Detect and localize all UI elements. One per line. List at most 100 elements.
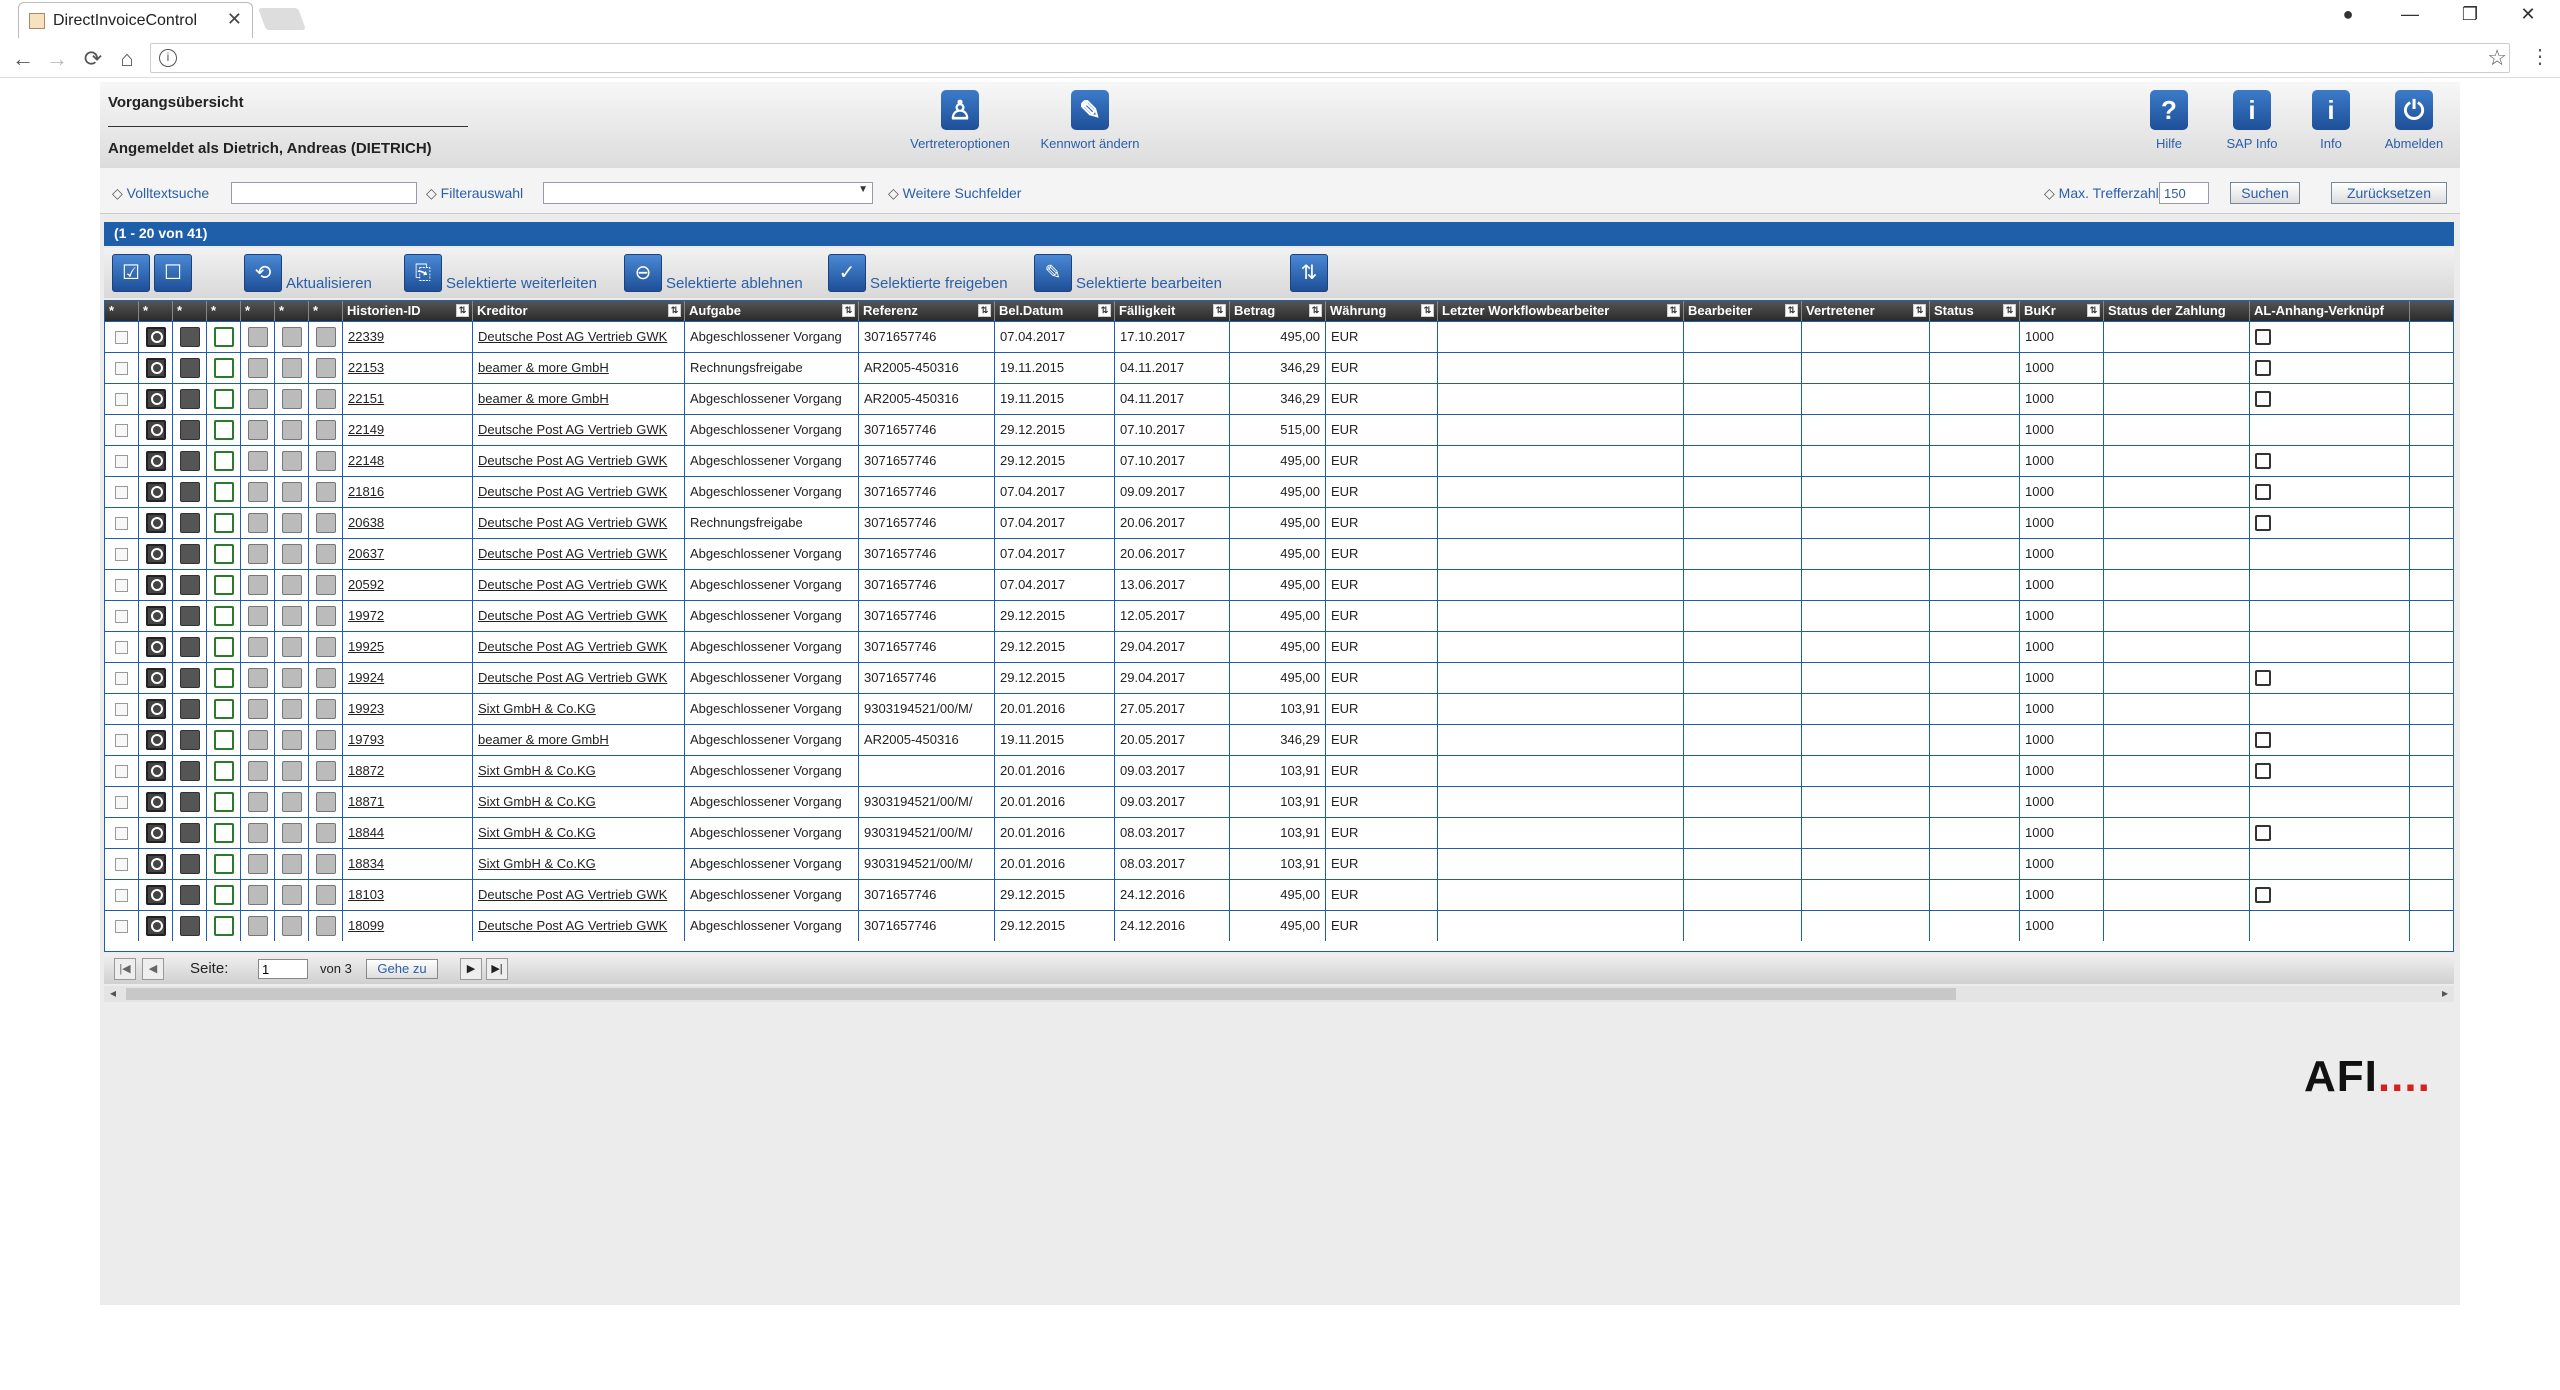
history-id-link[interactable]: 18834 (348, 856, 384, 871)
history-id-link[interactable]: 22153 (348, 360, 384, 375)
row-checkbox[interactable] (115, 672, 128, 685)
forward-icon[interactable] (247, 699, 268, 719)
document-icon[interactable] (179, 451, 200, 471)
table-row[interactable]: 18871 Sixt GmbH & Co.KG Abgeschlossener Vo… (105, 786, 2453, 817)
filter-select[interactable]: ▼ (543, 182, 873, 204)
sort-icon[interactable]: ⇅ (1785, 304, 1798, 317)
sort-icon[interactable]: ⇅ (978, 304, 991, 317)
document-icon[interactable] (179, 761, 200, 781)
view-icon[interactable] (145, 513, 166, 533)
document-icon[interactable] (179, 327, 200, 347)
row-checkbox[interactable] (115, 393, 128, 406)
document-icon[interactable] (179, 792, 200, 812)
table-row[interactable]: 18099 Deutsche Post AG Vertrieb GWK Abgesc… (105, 910, 2453, 941)
forward-icon[interactable] (247, 358, 268, 378)
document-icon[interactable] (179, 699, 200, 719)
info-button[interactable]: i Info (2298, 90, 2364, 151)
column-header[interactable]: * (105, 301, 139, 321)
view-icon[interactable] (145, 854, 166, 874)
release-icon[interactable] (315, 513, 336, 533)
url-input[interactable]: i ☆ (150, 43, 2510, 73)
reject-icon[interactable] (281, 637, 302, 657)
column-header[interactable]: BuKr ⇅ (2020, 301, 2104, 321)
row-checkbox[interactable] (115, 796, 128, 809)
table-row[interactable]: 22148 Deutsche Post AG Vertrieb GWK Abgesc… (105, 445, 2453, 476)
spreadsheet-icon[interactable] (213, 637, 234, 657)
forward-icon[interactable] (247, 792, 268, 812)
edit-selected-button[interactable]: ✎ Selektierte bearbeiten (1034, 254, 1222, 294)
release-icon[interactable] (315, 389, 336, 409)
next-page-button[interactable]: ▶ (460, 958, 482, 980)
release-icon[interactable] (315, 668, 336, 688)
creditor-link[interactable]: Deutsche Post AG Vertrieb GWK (478, 546, 667, 561)
spreadsheet-icon[interactable] (213, 575, 234, 595)
sort-icon[interactable]: ⇅ (668, 304, 681, 317)
table-row[interactable]: 20637 Deutsche Post AG Vertrieb GWK Abgesc… (105, 538, 2453, 569)
forward-icon[interactable] (247, 730, 268, 750)
forward-icon[interactable] (247, 854, 268, 874)
table-row[interactable]: 20592 Deutsche Post AG Vertrieb GWK Abgesc… (105, 569, 2453, 600)
table-row[interactable]: 19793 beamer & more GmbH Abgeschlossener V… (105, 724, 2453, 755)
attachment-icon[interactable] (2255, 329, 2271, 345)
release-icon[interactable] (315, 482, 336, 502)
document-icon[interactable] (179, 916, 200, 936)
view-icon[interactable] (145, 885, 166, 905)
creditor-link[interactable]: Deutsche Post AG Vertrieb GWK (478, 515, 667, 530)
row-checkbox[interactable] (115, 858, 128, 871)
sort-icon[interactable]: ⇅ (1098, 304, 1111, 317)
reject-icon[interactable] (281, 792, 302, 812)
history-id-link[interactable]: 19793 (348, 732, 384, 747)
forward-icon[interactable] (247, 575, 268, 595)
reject-icon[interactable] (281, 606, 302, 626)
attachment-icon[interactable] (2255, 360, 2271, 376)
document-icon[interactable] (179, 513, 200, 533)
creditor-link[interactable]: Deutsche Post AG Vertrieb GWK (478, 887, 667, 902)
document-icon[interactable] (179, 606, 200, 626)
column-header[interactable]: Bearbeiter ⇅ (1684, 301, 1802, 321)
scroll-right-icon[interactable]: ▸ (2442, 986, 2448, 1000)
forward-icon[interactable] (247, 389, 268, 409)
document-icon[interactable] (179, 668, 200, 688)
profile-icon[interactable]: ● (2328, 4, 2368, 25)
forward-selected-button[interactable]: ⎘ Selektierte weiterleiten (404, 254, 597, 294)
creditor-link[interactable]: Deutsche Post AG Vertrieb GWK (478, 639, 667, 654)
home-icon[interactable]: ⌂ (112, 46, 142, 72)
release-icon[interactable] (315, 916, 336, 936)
spreadsheet-icon[interactable] (213, 420, 234, 440)
sort-icon[interactable]: ⇅ (842, 304, 855, 317)
reject-icon[interactable] (281, 327, 302, 347)
reject-icon[interactable] (281, 699, 302, 719)
creditor-link[interactable]: Deutsche Post AG Vertrieb GWK (478, 422, 667, 437)
reject-icon[interactable] (281, 451, 302, 471)
sort-icon[interactable]: ⇅ (1309, 304, 1322, 317)
release-icon[interactable] (315, 575, 336, 595)
row-checkbox[interactable] (115, 331, 128, 344)
history-id-link[interactable]: 20638 (348, 515, 384, 530)
column-header[interactable]: Kreditor ⇅ (473, 301, 685, 321)
row-checkbox[interactable] (115, 517, 128, 530)
release-icon[interactable] (315, 823, 336, 843)
reject-selected-button[interactable]: ⊖ Selektierte ablehnen (624, 254, 803, 294)
first-page-button[interactable]: |◀ (114, 958, 136, 980)
history-id-link[interactable]: 18103 (348, 887, 384, 902)
column-settings-button[interactable]: ⇅ (1290, 254, 1332, 294)
site-info-icon[interactable]: i (159, 49, 177, 67)
attachment-icon[interactable] (2255, 391, 2271, 407)
row-checkbox[interactable] (115, 641, 128, 654)
attachment-icon[interactable] (2255, 484, 2271, 500)
forward-icon[interactable] (247, 482, 268, 502)
history-id-link[interactable]: 20637 (348, 546, 384, 561)
row-checkbox[interactable] (115, 486, 128, 499)
view-icon[interactable] (145, 327, 166, 347)
spreadsheet-icon[interactable] (213, 761, 234, 781)
release-icon[interactable] (315, 699, 336, 719)
page-input[interactable] (258, 959, 308, 979)
forward-icon[interactable] (247, 916, 268, 936)
creditor-link[interactable]: beamer & more GmbH (478, 391, 609, 406)
creditor-link[interactable]: beamer & more GmbH (478, 360, 609, 375)
reject-icon[interactable] (281, 420, 302, 440)
creditor-link[interactable]: beamer & more GmbH (478, 732, 609, 747)
browser-tab[interactable]: DirectInvoiceControl ✕ (18, 2, 253, 38)
substitute-options-button[interactable]: ♙ Vertreteroptionen (900, 90, 1020, 151)
creditor-link[interactable]: Sixt GmbH & Co.KG (478, 825, 596, 840)
